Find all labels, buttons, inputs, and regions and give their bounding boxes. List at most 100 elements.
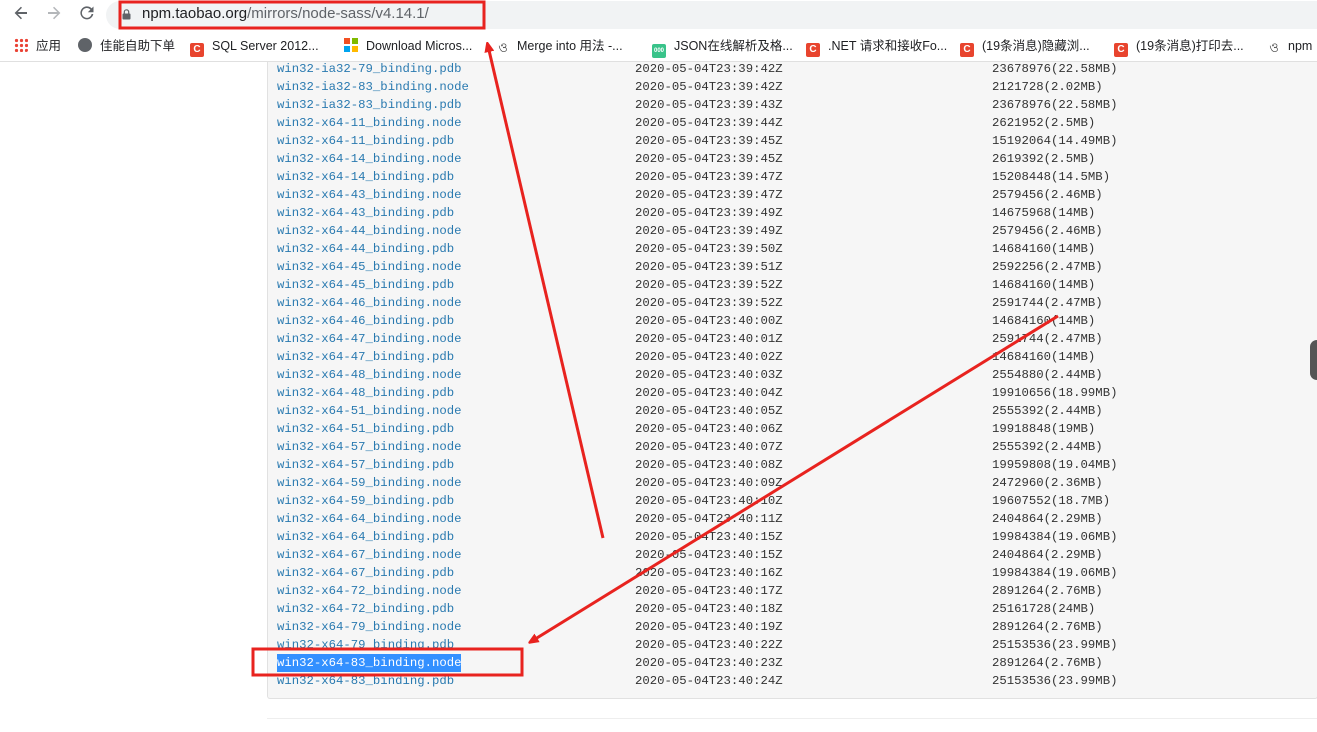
- file-link[interactable]: win32-x64-64_binding.node: [277, 510, 461, 528]
- file-date: 2020-05-04T23:40:02Z: [635, 350, 783, 364]
- bookmark-apps[interactable]: 应用: [14, 37, 61, 55]
- file-row: win32-x64-57_binding.pdb 2020-05-04T23:40…: [277, 456, 1317, 474]
- file-link[interactable]: win32-x64-59_binding.pdb: [277, 492, 454, 510]
- file-link[interactable]: win32-x64-46_binding.node: [277, 294, 461, 312]
- file-link[interactable]: win32-x64-14_binding.pdb: [277, 168, 454, 186]
- file-link[interactable]: win32-x64-79_binding.node: [277, 618, 461, 636]
- file-link[interactable]: win32-x64-59_binding.node: [277, 474, 461, 492]
- file-link[interactable]: win32-x64-48_binding.pdb: [277, 384, 454, 402]
- file-link[interactable]: win32-x64-46_binding.pdb: [277, 312, 454, 330]
- file-link[interactable]: win32-x64-83_binding.pdb: [277, 672, 454, 690]
- bookmark-item[interactable]: 000 JSON在线解析及格...: [652, 37, 793, 58]
- file-row: win32-ia32-83_binding.pdb 2020-05-04T23:3…: [277, 96, 1317, 114]
- file-row: win32-x64-51_binding.node 2020-05-04T23:4…: [277, 402, 1317, 420]
- file-size: 19984384(19.06MB): [992, 566, 1118, 580]
- bookmark-item[interactable]: C SQL Server 2012...: [190, 37, 319, 57]
- bookmark-label: 佳能自助下单: [100, 39, 176, 53]
- bookmark-item[interactable]: Download Micros...: [344, 37, 472, 55]
- file-date: 2020-05-04T23:40:15Z: [635, 548, 783, 562]
- bookmark-item[interactable]: 佳能自助下单: [78, 37, 175, 55]
- bookmark-label: Merge into 用法 -...: [517, 39, 623, 53]
- globe-icon: [78, 38, 92, 52]
- file-size: 14684160(14MB): [992, 278, 1096, 292]
- file-link[interactable]: win32-x64-48_binding.node: [277, 366, 461, 384]
- file-date: 2020-05-04T23:40:10Z: [635, 494, 783, 508]
- file-link[interactable]: win32-x64-45_binding.node: [277, 258, 461, 276]
- bookmark-item[interactable]: ও Merge into 用法 -...: [497, 37, 623, 55]
- file-row: win32-x64-44_binding.node 2020-05-04T23:3…: [277, 222, 1317, 240]
- file-date: 2020-05-04T23:39:42Z: [635, 62, 783, 76]
- file-date: 2020-05-04T23:40:22Z: [635, 638, 783, 652]
- file-date: 2020-05-04T23:40:05Z: [635, 404, 783, 418]
- back-arrow-icon[interactable]: [9, 4, 33, 26]
- file-link[interactable]: win32-x64-45_binding.pdb: [277, 276, 454, 294]
- file-date: 2020-05-04T23:40:18Z: [635, 602, 783, 616]
- file-link[interactable]: win32-x64-11_binding.node: [277, 114, 461, 132]
- file-date: 2020-05-04T23:40:24Z: [635, 674, 783, 688]
- file-size: 19910656(18.99MB): [992, 386, 1118, 400]
- file-date: 2020-05-04T23:39:43Z: [635, 98, 783, 112]
- file-link[interactable]: win32-x64-51_binding.node: [277, 402, 461, 420]
- file-date: 2020-05-04T23:40:23Z: [635, 656, 783, 670]
- file-date: 2020-05-04T23:40:01Z: [635, 332, 783, 346]
- file-link[interactable]: win32-x64-67_binding.node: [277, 546, 461, 564]
- file-size: 2554880(2.44MB): [992, 368, 1103, 382]
- file-size: 2891264(2.76MB): [992, 584, 1103, 598]
- file-link[interactable]: win32-x64-44_binding.pdb: [277, 240, 454, 258]
- file-date: 2020-05-04T23:39:49Z: [635, 206, 783, 220]
- file-date: 2020-05-04T23:39:49Z: [635, 224, 783, 238]
- file-link[interactable]: win32-x64-72_binding.pdb: [277, 600, 454, 618]
- bookmark-item[interactable]: C (19条消息)打印去...: [1114, 37, 1244, 57]
- bookmark-item[interactable]: C .NET 请求和接收Fo...: [806, 37, 947, 57]
- file-size: 2404864(2.29MB): [992, 512, 1103, 526]
- reload-icon[interactable]: [75, 4, 99, 26]
- file-row: win32-x64-43_binding.pdb 2020-05-04T23:39…: [277, 204, 1317, 222]
- file-link[interactable]: win32-ia32-79_binding.pdb: [277, 60, 461, 78]
- json-icon: 000: [652, 44, 666, 58]
- address-bar[interactable]: npm.taobao.org/mirrors/node-sass/v4.14.1…: [106, 1, 1317, 29]
- url-text[interactable]: npm.taobao.org/mirrors/node-sass/v4.14.1…: [142, 5, 429, 22]
- file-link[interactable]: win32-x64-51_binding.pdb: [277, 420, 454, 438]
- file-size: 14675968(14MB): [992, 206, 1096, 220]
- file-link[interactable]: win32-x64-47_binding.node: [277, 330, 461, 348]
- file-size: 19918848(19MB): [992, 422, 1096, 436]
- bookmark-item[interactable]: C (19条消息)隐藏浏...: [960, 37, 1090, 57]
- url-path: /mirrors/node-sass/v4.14.1/: [247, 5, 429, 22]
- file-link[interactable]: win32-x64-47_binding.pdb: [277, 348, 454, 366]
- csdn-icon: C: [1114, 43, 1128, 57]
- file-link[interactable]: win32-x64-79_binding.pdb: [277, 636, 454, 654]
- file-size: 2891264(2.76MB): [992, 620, 1103, 634]
- bookmark-label: (19条消息)打印去...: [1136, 39, 1244, 53]
- file-link[interactable]: win32-x64-43_binding.pdb: [277, 204, 454, 222]
- bookmark-label: SQL Server 2012...: [212, 39, 319, 53]
- file-size: 25153536(23.99MB): [992, 638, 1118, 652]
- file-link[interactable]: win32-x64-67_binding.pdb: [277, 564, 454, 582]
- file-date: 2020-05-04T23:39:52Z: [635, 278, 783, 292]
- file-link[interactable]: win32-x64-14_binding.node: [277, 150, 461, 168]
- file-link[interactable]: win32-x64-72_binding.node: [277, 582, 461, 600]
- file-link[interactable]: win32-x64-44_binding.node: [277, 222, 461, 240]
- file-date: 2020-05-04T23:39:45Z: [635, 152, 783, 166]
- csdn-icon: C: [806, 43, 820, 57]
- file-link[interactable]: win32-x64-83_binding.node: [277, 654, 462, 672]
- file-row: win32-x64-43_binding.node 2020-05-04T23:3…: [277, 186, 1317, 204]
- file-row: win32-x64-64_binding.pdb 2020-05-04T23:40…: [277, 528, 1317, 546]
- file-link[interactable]: win32-x64-64_binding.pdb: [277, 528, 454, 546]
- bookmark-label: npm: [1288, 39, 1313, 53]
- file-link[interactable]: win32-x64-11_binding.pdb: [277, 132, 454, 150]
- bookmark-item[interactable]: ও npm: [1268, 37, 1312, 55]
- file-row: win32-x64-67_binding.pdb 2020-05-04T23:40…: [277, 564, 1317, 582]
- file-size: 2472960(2.36MB): [992, 476, 1103, 490]
- bookmark-label: Download Micros...: [366, 39, 473, 53]
- file-link[interactable]: win32-x64-57_binding.node: [277, 438, 461, 456]
- file-size: 15192064(14.49MB): [992, 134, 1118, 148]
- file-row: win32-x64-11_binding.pdb 2020-05-04T23:39…: [277, 132, 1317, 150]
- file-link[interactable]: win32-x64-43_binding.node: [277, 186, 461, 204]
- forward-arrow-icon[interactable]: [42, 4, 66, 26]
- divider: [267, 718, 1317, 719]
- file-link[interactable]: win32-ia32-83_binding.pdb: [277, 96, 461, 114]
- side-widget-handle[interactable]: [1310, 340, 1317, 380]
- file-link[interactable]: win32-x64-57_binding.pdb: [277, 456, 454, 474]
- file-link[interactable]: win32-ia32-83_binding.node: [277, 78, 469, 96]
- file-row: win32-x64-48_binding.pdb 2020-05-04T23:40…: [277, 384, 1317, 402]
